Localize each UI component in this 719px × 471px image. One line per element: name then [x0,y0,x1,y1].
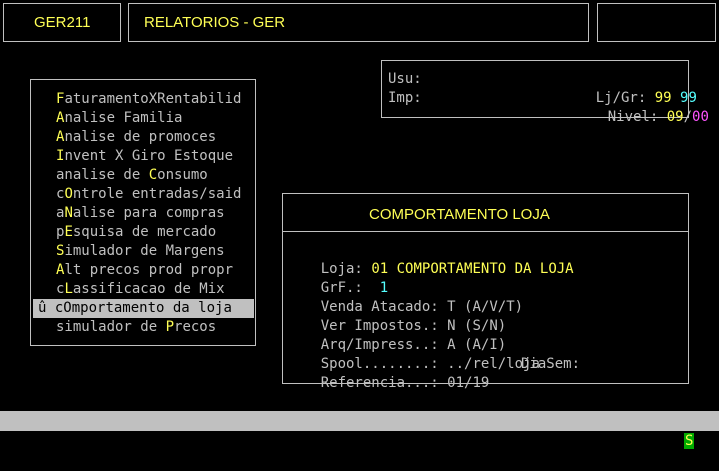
reports-menu: FaturamentoXRentabilid Analise Familia Ana… [30,79,256,346]
menu-item[interactable]: Invent X Giro Estoque [33,147,254,166]
menu-item-hotkey: N [64,205,73,221]
menu-item[interactable]: FaturamentoXRentabilid [33,90,254,109]
menu-item[interactable]: aNalise para compras [33,204,254,223]
menu-item-text: imulador de Margens [64,243,225,259]
level-label: Nivel: [607,109,659,125]
menu-item[interactable]: analise de Consumo [33,166,254,185]
store-field[interactable]: 01 COMPORTAMENTO DA LOJA [371,261,573,277]
reference-row: Referencia...: 01/19 [287,355,490,412]
user-info-box: Usu: Imp: Lj/Gr: 99 99 Nivel: 09/00 [381,60,709,125]
level-separator: / [683,109,693,125]
menu-item-text: assificacao de Mix [72,281,225,297]
menu-item[interactable]: û cOmportamento da loja [33,299,254,318]
menu-item[interactable]: cLassificacao de Mix [33,280,254,299]
printer-label: Imp: [388,90,422,106]
menu-item-text: recos [174,319,217,335]
menu-item-hotkey: C [148,167,158,183]
reference-field[interactable]: 01/19 [447,375,489,391]
menu-item-marker: û [38,300,55,316]
menu-item-text: ntrole entradas/said [72,186,242,202]
menu-item-hotkey: O [63,300,72,316]
menu-item-text: aturamentoXRentabilid [64,91,242,107]
program-code: GER211 [34,14,91,31]
menu-item-text: alise para compras [72,205,225,221]
user-label: Usu: [388,71,422,87]
status-bar: Confirma? S (S/N) [0,411,719,449]
confirm-field[interactable]: S [684,433,695,449]
confirm-prompt: Confirma? S (S/N) [566,411,719,471]
menu-item[interactable]: simulador de Precos [33,318,254,337]
menu-item[interactable]: cOntrole entradas/said [33,185,254,204]
reference-label: Referencia...: [320,375,439,391]
menu-item-text: squisa de mercado [72,224,217,240]
level-value-b: 00 [692,109,709,125]
menu-item-text: simulador de [56,319,166,335]
report-form-box: COMPORTAMENTO LOJA Loja: 01 COMPORTAMENT… [282,193,689,391]
menu-item[interactable]: Simulador de Margens [33,242,254,261]
menu-item-text: lt precos prod propr [64,262,234,278]
menu-item-hotkey: E [64,224,73,240]
menu-item-text: nalise de promoces [64,129,217,145]
level: Nivel: 09/00 [574,89,709,146]
menu-list: FaturamentoXRentabilid Analise Familia Ana… [33,90,255,340]
screen-title-box: RELATORIOS - GER [128,3,589,42]
form-title-divider [283,231,688,232]
menu-item-text: mportamento da loja [71,300,232,316]
menu-item[interactable]: Analise de promoces [33,128,254,147]
menu-item[interactable]: Alt precos prod propr [33,261,254,280]
level-value-a: 09 [666,109,684,125]
weekday-label: DiaSem: [521,356,581,372]
menu-item[interactable]: Analise Familia [33,109,254,128]
form-title: COMPORTAMENTO LOJA [369,206,550,223]
confirm-label: Confirma? [599,433,676,449]
menu-item-hotkey: P [165,319,175,335]
program-code-box: GER211 [3,3,121,42]
menu-item[interactable]: pEsquisa de mercado [33,223,254,242]
menu-item-text: analise de [56,167,149,183]
header-empty-box [597,3,716,42]
menu-item-text: nvent X Giro Estoque [64,148,234,164]
menu-item-text: nalise Familia [64,110,183,126]
screen-title: RELATORIOS - GER [144,14,286,31]
menu-item-hotkey: L [64,281,73,297]
menu-item-hotkey: O [64,186,73,202]
menu-item-text: onsumo [157,167,208,183]
confirm-hint: (S/N) [702,433,719,449]
